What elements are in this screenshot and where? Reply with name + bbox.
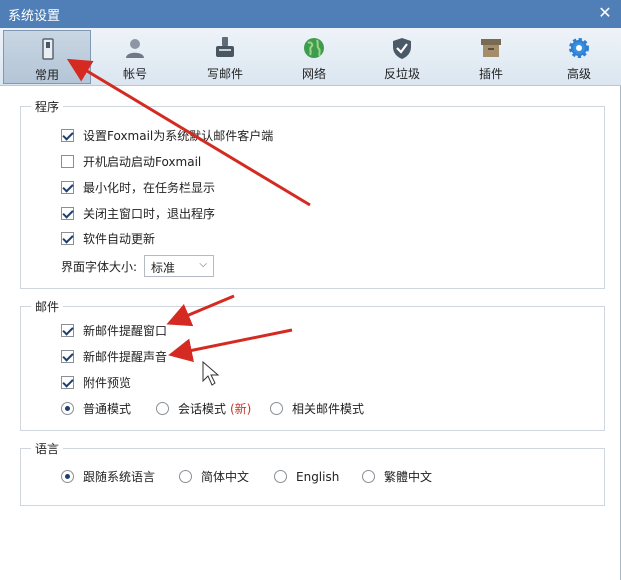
tab-account[interactable]: 帐号 <box>91 30 179 84</box>
tab-label: 写邮件 <box>206 67 243 81</box>
option-label: 关闭主窗口时，退出程序 <box>83 207 216 221</box>
language-legend: 语言 <box>31 440 64 457</box>
option-label: 设置Foxmail为系统默认邮件客户端 <box>83 129 274 143</box>
tab-label: 常用 <box>34 68 59 82</box>
lang-label: 简体中文 <box>201 470 250 484</box>
mode-label: 普通模式 <box>83 402 132 416</box>
option-label: 新邮件提醒窗口 <box>83 324 168 338</box>
tab-antispam[interactable]: 反垃圾 <box>358 30 446 84</box>
lang-label: English <box>296 470 340 484</box>
window-title: 系统设置 <box>8 9 61 24</box>
globe-icon <box>304 38 324 58</box>
option-label: 附件预览 <box>83 376 132 390</box>
tab-network[interactable]: 网络 <box>270 30 358 84</box>
language-group: 语言 跟随系统语言 简体中文 English 繁體中文 <box>20 440 605 506</box>
tab-label: 高级 <box>566 67 591 81</box>
tab-general[interactable]: 常用 <box>3 30 91 84</box>
tab-label: 插件 <box>478 67 503 81</box>
mode-label: 相关邮件模式 <box>292 402 365 416</box>
tab-label: 网络 <box>301 67 326 81</box>
radio[interactable] <box>274 470 287 483</box>
checkbox[interactable] <box>61 207 74 220</box>
checkbox[interactable] <box>61 129 74 142</box>
gear-icon <box>569 38 589 58</box>
checkbox[interactable] <box>61 350 74 363</box>
checkbox[interactable] <box>61 155 74 168</box>
program-legend: 程序 <box>31 98 64 115</box>
font-size-value: 标准 <box>151 261 176 275</box>
mode-label: 会话模式 <box>178 402 227 416</box>
font-size-select[interactable]: 标准 ⌵ <box>144 255 214 277</box>
option-label: 软件自动更新 <box>83 232 156 246</box>
tab-plugins[interactable]: 插件 <box>447 30 535 84</box>
title-bar: 系统设置 ✕ <box>0 0 621 28</box>
new-badge: (新) <box>230 402 252 416</box>
checkbox[interactable] <box>61 181 74 194</box>
mail-group: 邮件 新邮件提醒窗口 新邮件提醒声音 附件预览 普通模式 会话模式 (新) 相关… <box>20 298 605 431</box>
compose-icon <box>216 37 234 57</box>
radio[interactable] <box>362 470 375 483</box>
settings-panel: 程序 设置Foxmail为系统默认邮件客户端 开机启动启动Foxmail 最小化… <box>0 86 621 580</box>
option-label: 开机启动启动Foxmail <box>83 155 202 169</box>
tab-label: 反垃圾 <box>383 67 420 81</box>
mail-legend: 邮件 <box>31 298 64 315</box>
chevron-down-icon: ⌵ <box>199 259 207 270</box>
tab-advanced[interactable]: 高级 <box>535 30 621 84</box>
account-icon <box>126 39 144 58</box>
plugin-box-icon <box>481 39 501 57</box>
settings-toolbar: 常用 帐号 写邮件 网络 反垃圾 插件 高级 <box>0 28 621 86</box>
option-label: 最小化时，在任务栏显示 <box>83 181 216 195</box>
font-size-label: 界面字体大小: <box>61 260 138 274</box>
general-icon <box>42 38 54 60</box>
close-icon[interactable]: ✕ <box>595 3 615 23</box>
checkbox[interactable] <box>61 232 74 245</box>
lang-label: 繁體中文 <box>384 470 433 484</box>
radio[interactable] <box>179 470 192 483</box>
program-group: 程序 设置Foxmail为系统默认邮件客户端 开机启动启动Foxmail 最小化… <box>20 98 605 289</box>
shield-icon <box>393 38 411 59</box>
tab-compose[interactable]: 写邮件 <box>181 30 269 84</box>
radio[interactable] <box>61 402 74 415</box>
tab-label: 帐号 <box>122 67 147 81</box>
option-label: 新邮件提醒声音 <box>83 350 168 364</box>
checkbox[interactable] <box>61 324 74 337</box>
radio[interactable] <box>61 470 74 483</box>
checkbox[interactable] <box>61 376 74 389</box>
lang-label: 跟随系统语言 <box>83 470 156 484</box>
radio[interactable] <box>270 402 283 415</box>
radio[interactable] <box>156 402 169 415</box>
